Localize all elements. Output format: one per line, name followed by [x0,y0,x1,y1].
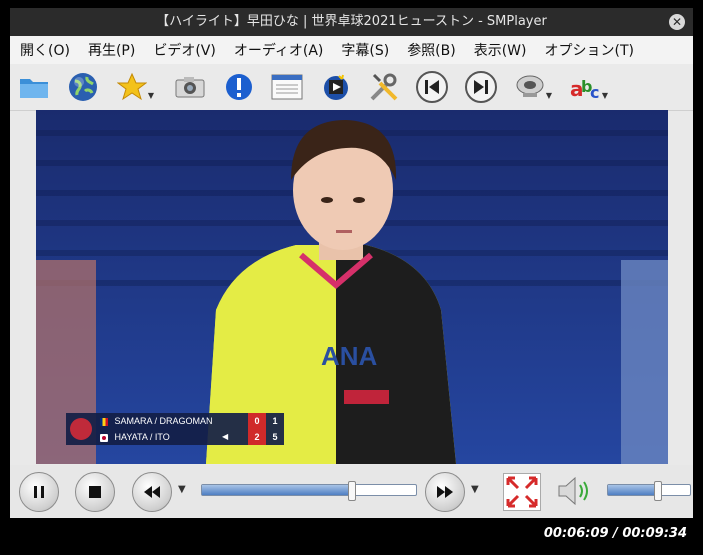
video-effects-icon[interactable] [318,70,354,104]
scoreboard-row-2: HAYATA / ITO ◀ 2 5 [100,429,284,445]
scoreboard: SAMARA / DRAGOMAN 0 1 HAYATA / ITO ◀ 2 5 [66,413,284,445]
chevron-down-icon[interactable]: ▼ [178,484,186,495]
control-bar: ▼ ▼ [10,465,693,517]
stop-button[interactable] [75,472,115,512]
menu-browse[interactable]: 参照(B) [397,40,464,60]
previous-icon[interactable] [414,70,450,104]
close-icon[interactable]: ✕ [669,14,685,30]
status-bar: 00:06:09 / 00:09:34 [0,518,703,555]
volume-slider[interactable] [607,481,691,501]
menu-video[interactable]: ビデオ(V) [143,40,224,60]
globe-icon[interactable] [65,70,101,104]
menu-open[interactable]: 開く(O) [10,40,78,60]
volume-handle[interactable] [654,481,663,501]
rewind-button[interactable] [132,472,172,512]
mute-button[interactable] [555,473,595,509]
time-display: 00:06:09 / 00:09:34 [543,526,687,541]
title-bar: 【ハイライト】早田ひな | 世界卓球2021ヒューストン - SMPlayer … [10,8,693,36]
set-score: 5 [272,432,278,442]
chevron-down-icon[interactable]: ▼ [546,91,552,100]
seek-progress [202,485,351,495]
chevron-down-icon[interactable]: ▼ [471,484,479,495]
video-area[interactable]: ANA SAMARA / DRAGOMAN 0 1 HAYATA / ITO ◀… [36,110,668,464]
serve-indicator-icon: ◀ [222,432,229,441]
svg-text:c: c [590,83,599,102]
fullscreen-icon [506,476,538,508]
chevron-down-icon[interactable]: ▼ [602,91,608,100]
rewind-icon [144,486,160,498]
window-title: 【ハイライト】早田ひな | 世界卓球2021ヒューストン - SMPlayer [156,14,547,29]
flag-icon [100,417,108,426]
scoreboard-row-1: SAMARA / DRAGOMAN 0 1 [100,413,284,429]
volume-level [608,485,658,495]
game-score: 2 [248,429,266,445]
camera-icon[interactable] [172,70,208,104]
seek-slider[interactable] [201,481,417,501]
star-icon[interactable]: ▼ [114,70,154,104]
folder-icon[interactable] [16,70,52,104]
menu-subtitles[interactable]: 字幕(S) [331,40,397,60]
team-names: SAMARA / DRAGOMAN [114,416,213,426]
menu-audio[interactable]: オーディオ(A) [224,40,332,60]
menu-view[interactable]: 表示(W) [464,40,535,60]
set-score: 1 [272,416,278,426]
fullscreen-button[interactable] [503,473,541,511]
menu-play[interactable]: 再生(P) [78,40,143,60]
forward-icon [437,486,453,498]
stop-icon [89,486,101,498]
forward-button[interactable] [425,472,465,512]
audio-icon[interactable]: ▼ [512,70,552,104]
svg-text:ANA: ANA [321,341,378,371]
pause-button[interactable] [19,472,59,512]
video-frame: ANA [36,110,668,464]
chevron-down-icon[interactable]: ▼ [148,91,154,100]
team-names: HAYATA / ITO [114,432,170,442]
game-score: 0 [248,413,266,429]
seek-handle[interactable] [347,481,356,501]
playlist-icon[interactable] [269,70,305,104]
flag-icon [100,433,108,442]
next-icon[interactable] [463,70,499,104]
subtitles-icon[interactable]: abc ▼ [568,70,608,104]
menu-bar: 開く(O) 再生(P) ビデオ(V) オーディオ(A) 字幕(S) 参照(B) … [10,36,693,64]
tools-icon[interactable] [366,70,402,104]
pause-icon [34,486,44,498]
tournament-logo [70,418,92,440]
speaker-icon [558,476,588,506]
toolbar: ▼ ▼ abc ▼ [10,64,693,111]
info-icon[interactable] [221,70,257,104]
menu-options[interactable]: オプション(T) [535,40,642,60]
